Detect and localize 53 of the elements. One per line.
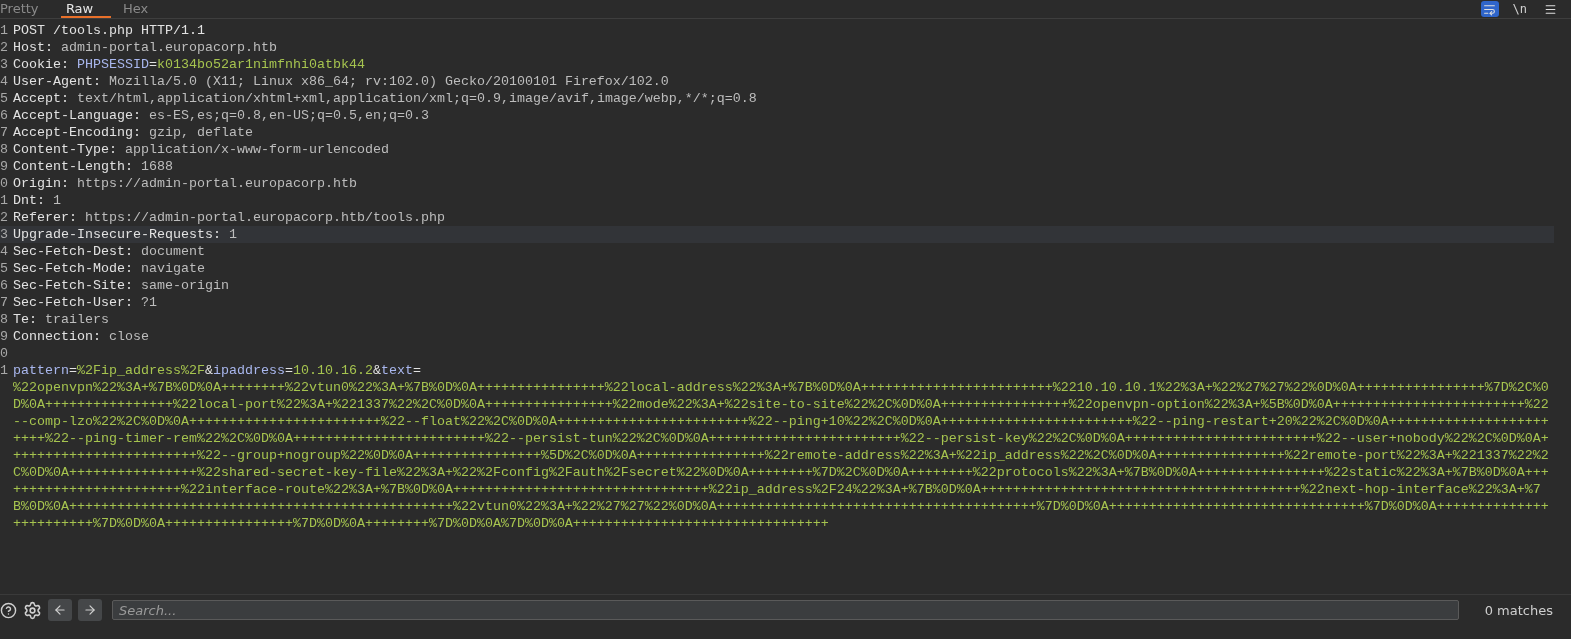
line-number: 8: [0, 141, 8, 158]
line-number: 3: [0, 56, 8, 73]
code-line: Origin: https://admin-portal.europacorp.htb: [13, 175, 357, 192]
line-number: 1: [0, 192, 8, 209]
line-number: 4: [0, 73, 8, 90]
line-number: 1: [0, 362, 8, 379]
code-line: Te: trailers: [13, 311, 109, 328]
line-number: 7: [0, 124, 8, 141]
line-number: 5: [0, 260, 8, 277]
code-line: Content-Type: application/x-www-form-urlencoded: [13, 141, 389, 158]
line-number: 5: [0, 90, 8, 107]
code-line: POST /tools.php HTTP/1.1: [13, 22, 205, 39]
line-number: 6: [0, 107, 8, 124]
line-number: 2: [0, 39, 8, 56]
previous-button[interactable]: [48, 599, 72, 621]
code-line: Upgrade-Insecure-Requests: 1: [13, 226, 237, 243]
code-line: Accept: text/html,application/xhtml+xml,application/xml;q=0.9,image/avif,image/webp,*/*;q=0.8: [13, 90, 757, 107]
code-line: Cookie: PHPSESSID=k0134bo52ar1nimfnhi0atbk44: [13, 56, 365, 73]
request-body: %22openvpn%22%3A+%7B%0D%0A++++++++%22vtun0%22%3A+%7B%0D%0A++++++++++++++++%22local-address%22%3A+%7B%0D%0A++++++++++++++++++++++++%2210.10.10.1%22%3A+%22%27%27%22%0D%0A++++++++++++++++%7D%2C%0D%0A++++++++++++++++%22local-port%22%3A+%221337%22%2C%0D%0A++++++++++++++++%22mode%22%3A+%22site-to-site%22%2C%0D%0A++++++++++++++++%22openvpn-option%22%3A+%5B%0D%0A++++++++++++++++++++++++%22--comp-lzo%22%2C%0D%0A++++++++++++++++++++++++%22--float%22%2C%0D%0A++++++++++++++++++++++++%22--ping+10%22%2C%0D%0A++++++++++++++++++++++++%22--ping-restart+20%22%2C%0D%0A++++++++++++++++++++++++%22--ping-timer-rem%22%2C%0D%0A++++++++++++++++++++++++%22--persist-tun%22%2C%0D%0A++++++++++++++++++++++++%22--persist-key%22%2C%0D%0A++++++++++++++++++++++++%22--user+nobody%22%2C%0D%0A++++++++++++++++++++++++%22--group+nogroup%22%0D%0A++++++++++++++++%5D%2C%0D%0A++++++++++++++++%22remote-address%22%3A+%22ip_address%22%2C%0D%0A++++++++++++++++%22remote-port%22%3A+%221337%22%2C%0D%0A++++++++++++++++%22shared-secret-key-file%22%3A+%22%2Fconfig%2Fauth%2Fsecret%22%0D%0A++++++++%7D%2C%0D%0A++++++++%22protocols%22%3A+%7B%0D%0A++++++++++++++++%22static%22%3A+%7B%0D%0A++++++++++++++++++++++++%22interface-route%22%3A+%7B%0D%0A++++++++++++++++++++++++++++++++%22ip_address%2F24%22%3A+%7B%0D%0A++++++++++++++++++++++++++++++++++++++++%22next-hop-interface%22%3A+%7B%0D%0A++++++++++++++++++++++++++++++++++++++++++++++++%22vtun0%22%3A+%22%27%27%22%0D%0A++++++++++++++++++++++++++++++++++++++++%7D%0D%0A++++++++++++++++++++++++++++++++%7D%0D%0A++++++++++++++++++++++++%7D%0D%0A++++++++++++++++%7D%0D%0A++++++++%7D%0D%0A%7D%0D%0A++++++++++++++++++++++++++++++++: [13, 379, 1550, 532]
code-line: Connection: close: [13, 328, 149, 345]
line-number: 9: [0, 158, 8, 175]
line-number: 0: [0, 175, 8, 192]
line-number: 9: [0, 328, 8, 345]
line-number: 7: [0, 294, 8, 311]
editor-tab[interactable]: Pretty: [0, 0, 55, 18]
newline-toggle[interactable]: \n: [1512, 2, 1527, 16]
code-line: Accept-Encoding: gzip, deflate: [13, 124, 253, 141]
code-line: Accept-Language: es-ES,es;q=0.8,en-US;q=0.5,en;q=0.3: [13, 107, 429, 124]
code-line: Host: admin-portal.europacorp.htb: [13, 39, 277, 56]
match-count: 0 matches: [1484, 602, 1553, 618]
code-line: Content-Length: 1688: [13, 158, 173, 175]
line-number: 2: [0, 209, 8, 226]
code-line: Sec-Fetch-Site: same-origin: [13, 277, 229, 294]
code-line: Sec-Fetch-Mode: navigate: [13, 260, 205, 277]
code-line: Sec-Fetch-Dest: document: [13, 243, 205, 260]
code-line: Dnt: 1: [13, 192, 61, 209]
wrap-text-icon[interactable]: [1480, 1, 1499, 17]
code-line: pattern=%2Fip_address%2F&ipaddress=10.10.16.2&text=: [13, 362, 422, 379]
line-number: 1: [0, 22, 8, 39]
settings-icon[interactable]: [23, 600, 42, 620]
editor-tab[interactable]: Raw: [60, 0, 111, 18]
line-number: 6: [0, 277, 8, 294]
code-line: User-Agent: Mozilla/5.0 (X11; Linux x86_64; rv:102.0) Gecko/20100101 Firefox/102.0: [13, 73, 669, 90]
line-number: 4: [0, 243, 8, 260]
line-number: 0: [0, 345, 8, 362]
line-number: 3: [0, 226, 8, 243]
code-line: Sec-Fetch-User: ?1: [13, 294, 157, 311]
code-line: Referer: https://admin-portal.europacorp.htb/tools.php: [13, 209, 445, 226]
editor-tab[interactable]: Hex: [116, 0, 167, 18]
next-button[interactable]: [78, 599, 102, 621]
line-number: 8: [0, 311, 8, 328]
search-field[interactable]: Search...: [112, 600, 1459, 620]
help-icon[interactable]: [0, 601, 17, 619]
